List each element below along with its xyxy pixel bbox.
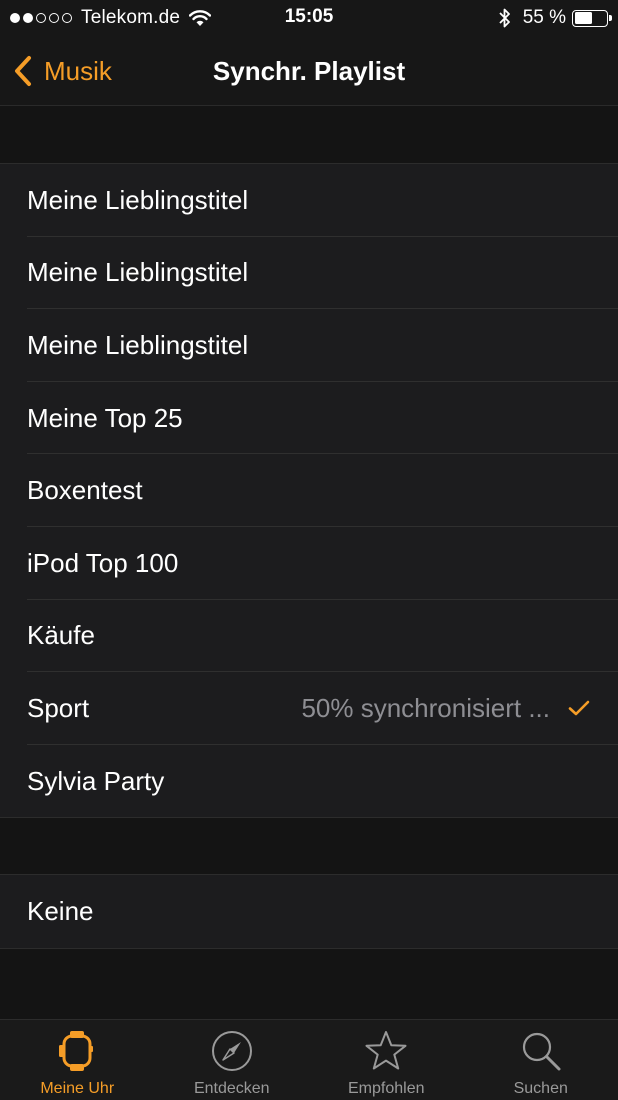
playlist-label: Meine Lieblingstitel [27,329,249,360]
playlist-label: Boxentest [27,475,143,506]
sync-status: 50% synchronisiert ... [301,692,550,723]
tab-label: Suchen [513,1080,568,1097]
playlist-label: Sylvia Party [27,765,165,796]
playlist-row-selected[interactable]: Sport 50% synchronisiert ... [0,672,618,745]
tab-my-watch[interactable]: Meine Uhr [0,1020,155,1100]
tab-discover[interactable]: Entdecken [155,1020,310,1100]
playlist-label: Meine Top 25 [27,402,183,433]
tab-featured[interactable]: Empfohlen [309,1020,464,1100]
battery-percent: 55 % [522,7,566,28]
playlist-row[interactable]: Sylvia Party [0,745,618,818]
battery-fill [574,12,592,24]
playlist-row[interactable]: iPod Top 100 [0,527,618,600]
playlist-row[interactable]: Boxentest [0,454,618,527]
compass-icon [211,1031,252,1071]
tab-label: Entdecken [193,1080,270,1097]
search-icon [522,1032,561,1071]
navigation-bar: Musik Synchr. Playlist [0,36,618,106]
tab-bar: Meine Uhr Entdecken Empfohlen Suchen [0,1019,618,1100]
none-option-row[interactable]: Keine [0,875,618,948]
none-option-list: Keine [0,874,618,949]
playlist-label: Meine Lieblingstitel [27,257,249,288]
bluetooth-icon [499,8,510,28]
playlist-label: Käufe [27,620,95,651]
status-bar: Telekom.de 15:05 55 % [0,0,618,36]
tab-label: Empfohlen [348,1080,425,1097]
playlist-list: Meine Lieblingstitel Meine Lieblingstite… [0,163,618,819]
checkmark-icon [568,701,590,716]
tab-search[interactable]: Suchen [464,1020,618,1100]
playlist-label: Sport [27,692,90,723]
none-option-label: Keine [27,895,94,926]
star-icon [365,1031,407,1070]
battery-icon [572,9,612,27]
playlist-row[interactable]: Meine Lieblingstitel [0,164,618,237]
playlist-row[interactable]: Meine Top 25 [0,382,618,455]
page-title: Synchr. Playlist [212,56,406,86]
status-right: 55 % [498,6,612,30]
playlist-row[interactable]: Meine Lieblingstitel [0,237,618,310]
playlist-label: iPod Top 100 [27,547,179,578]
playlist-row[interactable]: Meine Lieblingstitel [0,309,618,382]
watch-icon [59,1031,94,1071]
playlist-label: Meine Lieblingstitel [27,184,249,215]
playlist-row[interactable]: Käufe [0,600,618,673]
battery-nub [609,15,612,21]
tab-label: Meine Uhr [40,1080,115,1097]
